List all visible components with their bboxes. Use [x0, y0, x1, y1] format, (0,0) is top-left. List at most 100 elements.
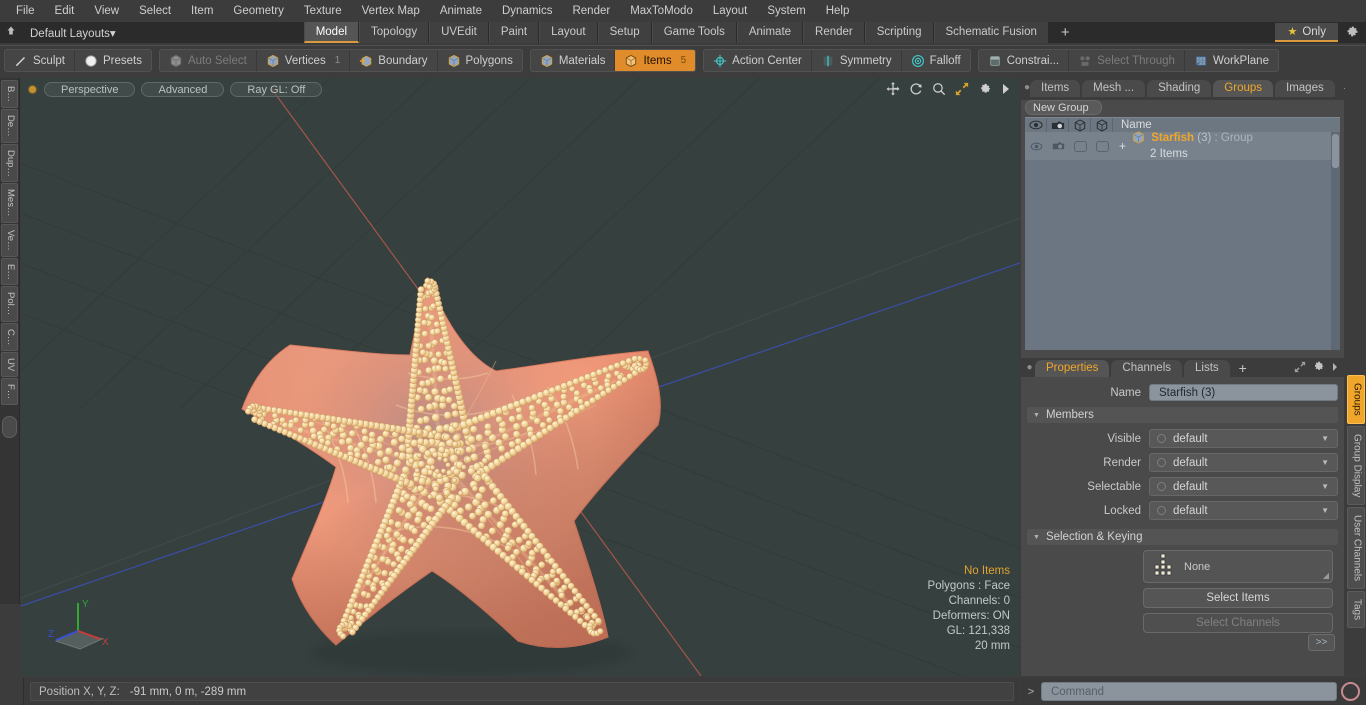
- toolbar-button-falloff[interactable]: Falloff: [902, 50, 970, 71]
- expand-icon[interactable]: [1294, 361, 1306, 376]
- layout-tab-topology[interactable]: Topology: [359, 22, 430, 43]
- left-tool-tab[interactable]: B…: [1, 80, 18, 108]
- tab-add[interactable]: +: [1232, 360, 1254, 377]
- left-tool-tab[interactable]: Dup…: [1, 143, 18, 183]
- 3d-viewport[interactable]: Perspective Advanced Ray GL: Off Y X Z N…: [21, 78, 1020, 676]
- gear-icon[interactable]: [1338, 25, 1366, 41]
- keying-section-header[interactable]: ▼ Selection & Keying: [1027, 529, 1338, 545]
- tab-items[interactable]: Items: [1030, 80, 1081, 97]
- tab-channels[interactable]: Channels: [1111, 360, 1183, 377]
- new-group-button[interactable]: New Group: [1025, 100, 1102, 115]
- left-strip-handle[interactable]: [2, 416, 17, 439]
- left-tool-tab[interactable]: E…: [1, 257, 18, 286]
- add-layout-tab-button[interactable]: +: [1049, 22, 1082, 43]
- name-field[interactable]: Starfish (3): [1149, 384, 1338, 401]
- left-tool-tab[interactable]: C…: [1, 322, 18, 351]
- select-items-button[interactable]: Select Items: [1143, 588, 1333, 608]
- menu-item-texture[interactable]: Texture: [294, 1, 352, 21]
- viewport-projection-button[interactable]: Perspective: [44, 81, 136, 97]
- layout-tab-scripting[interactable]: Scripting: [864, 22, 934, 43]
- menu-item-edit[interactable]: Edit: [45, 1, 85, 21]
- menu-item-layout[interactable]: Layout: [703, 1, 758, 21]
- forward-button[interactable]: >>: [1308, 634, 1335, 651]
- group-list-empty-area[interactable]: [1025, 160, 1331, 350]
- row-checkbox-2[interactable]: [1091, 140, 1113, 152]
- toolbar-button-workplane[interactable]: WorkPlane: [1185, 50, 1278, 71]
- menu-item-dynamics[interactable]: Dynamics: [492, 1, 562, 21]
- left-tool-tab[interactable]: Mes…: [1, 183, 18, 223]
- menu-item-system[interactable]: System: [757, 1, 815, 21]
- property-dropdown-selectable[interactable]: default ▼: [1149, 477, 1338, 496]
- properties-menu-icon[interactable]: ●: [1024, 358, 1035, 377]
- right-tab-user-channels[interactable]: User Channels: [1346, 507, 1365, 590]
- menu-item-animate[interactable]: Animate: [430, 1, 492, 21]
- property-indicator[interactable]: [1157, 434, 1166, 443]
- layout-tab-model[interactable]: Model: [303, 22, 360, 43]
- left-tool-tab[interactable]: F…: [1, 378, 18, 406]
- home-icon[interactable]: [0, 25, 22, 40]
- toolbar-button-presets[interactable]: Presets: [75, 50, 151, 71]
- tab-images[interactable]: Images: [1275, 80, 1335, 97]
- toolbar-button-constrai[interactable]: Constrai...: [979, 50, 1070, 71]
- zoom-icon[interactable]: [932, 82, 946, 96]
- command-input[interactable]: Command: [1041, 682, 1337, 701]
- property-dropdown-render[interactable]: default ▼: [1149, 453, 1338, 472]
- menu-item-select[interactable]: Select: [129, 1, 181, 21]
- property-dropdown-visible[interactable]: default ▼: [1149, 429, 1338, 448]
- menu-item-help[interactable]: Help: [816, 1, 860, 21]
- record-icon[interactable]: [1341, 682, 1360, 701]
- position-readout[interactable]: Position X, Y, Z: -91 mm, 0 m, -289 mm: [30, 682, 1014, 701]
- layout-tab-animate[interactable]: Animate: [736, 22, 804, 43]
- property-indicator[interactable]: [1157, 506, 1166, 515]
- toolbar-button-sculpt[interactable]: Sculpt: [5, 50, 75, 71]
- left-tool-tab[interactable]: De…: [1, 108, 18, 143]
- menu-item-maxtomodo[interactable]: MaxToModo: [620, 1, 703, 21]
- viewport-shading-button[interactable]: Advanced: [141, 81, 225, 97]
- right-tab-group-display[interactable]: Group Display: [1346, 425, 1365, 506]
- starfish-3d-model[interactable]: [196, 253, 736, 676]
- gear-icon[interactable]: [978, 82, 992, 96]
- left-tool-tab[interactable]: Pol…: [1, 286, 18, 322]
- only-toggle-button[interactable]: ★ Only: [1275, 23, 1338, 42]
- layout-tab-uvedit[interactable]: UVEdit: [429, 22, 489, 43]
- layout-tab-render[interactable]: Render: [803, 22, 865, 43]
- fit-icon[interactable]: [955, 82, 969, 96]
- row-expander[interactable]: +: [1113, 139, 1128, 153]
- keying-set-selector[interactable]: None ◢: [1143, 550, 1333, 583]
- layout-tab-paint[interactable]: Paint: [488, 22, 540, 43]
- property-dropdown-locked[interactable]: default ▼: [1149, 501, 1338, 520]
- toolbar-button-vertices[interactable]: Vertices 1: [257, 50, 351, 71]
- layout-selector[interactable]: Default Layouts▾: [22, 26, 124, 40]
- row-render-toggle[interactable]: [1047, 141, 1069, 151]
- row-checkbox-1[interactable]: [1069, 140, 1091, 152]
- right-tab-tags[interactable]: Tags: [1346, 591, 1365, 629]
- left-tool-tab[interactable]: UV: [1, 351, 18, 378]
- toolbar-button-symmetry[interactable]: Symmetry: [812, 50, 902, 71]
- viewport-raygl-button[interactable]: Ray GL: Off: [230, 81, 323, 97]
- table-row[interactable]: + Starfish (3) : Group 2 Items: [1025, 131, 1340, 350]
- toolbar-button-items[interactable]: Items 5: [615, 50, 696, 71]
- right-tab-groups[interactable]: Groups: [1346, 375, 1365, 424]
- toolbar-button-action-center[interactable]: Action Center: [704, 50, 812, 71]
- toolbar-button-materials[interactable]: Materials: [531, 50, 616, 71]
- toolbar-button-polygons[interactable]: Polygons: [438, 50, 522, 71]
- toolbar-button-select-through[interactable]: Select Through: [1069, 50, 1185, 71]
- move-icon[interactable]: [886, 82, 900, 96]
- tab-mesh[interactable]: Mesh ...: [1082, 80, 1146, 97]
- group-list-scrollbar-thumb[interactable]: [1332, 134, 1339, 168]
- play-icon[interactable]: [1001, 83, 1011, 95]
- tab-shading[interactable]: Shading: [1147, 80, 1212, 97]
- layout-tab-layout[interactable]: Layout: [539, 22, 598, 43]
- left-tool-tab[interactable]: Ve…: [1, 223, 18, 257]
- tab-lists[interactable]: Lists: [1184, 360, 1230, 377]
- tab-properties[interactable]: Properties: [1035, 360, 1110, 377]
- group-list-scrollbar-track[interactable]: [1331, 132, 1340, 350]
- menu-item-vertex-map[interactable]: Vertex Map: [352, 1, 430, 21]
- group-list[interactable]: + Starfish (3) : Group 2 Items: [1025, 131, 1340, 350]
- tab-groups[interactable]: Groups: [1213, 80, 1274, 97]
- menu-item-render[interactable]: Render: [562, 1, 620, 21]
- menu-item-view[interactable]: View: [84, 1, 129, 21]
- menu-item-file[interactable]: File: [6, 1, 45, 21]
- menu-item-item[interactable]: Item: [181, 1, 223, 21]
- layout-tab-game-tools[interactable]: Game Tools: [651, 22, 737, 43]
